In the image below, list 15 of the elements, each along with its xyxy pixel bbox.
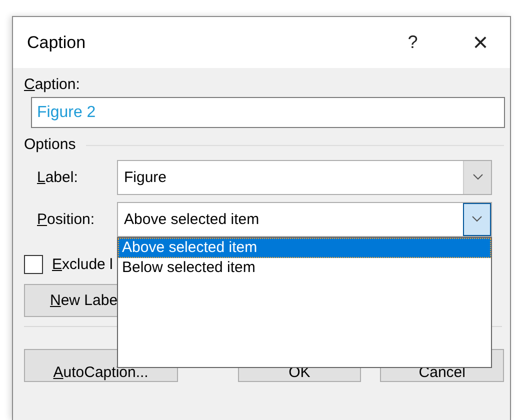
list-option[interactable]: Above selected item	[118, 238, 491, 258]
list-option[interactable]: Below selected item	[118, 258, 491, 278]
label-dropdown[interactable]: Figure	[117, 160, 492, 194]
checkbox[interactable]	[24, 255, 43, 274]
chevron-icon	[472, 216, 482, 222]
checkbox-label: Exclude l	[52, 256, 113, 273]
window-title: Caption	[27, 32, 87, 52]
field-label: Caption:	[24, 76, 81, 93]
group-title: Options	[24, 136, 76, 153]
field-label: Label:	[36, 168, 79, 186]
help-button[interactable]: ?	[408, 32, 418, 53]
chevron-icon	[472, 174, 482, 180]
dropdown-button[interactable]	[463, 202, 491, 236]
field-label: Position:	[36, 210, 96, 228]
close-button[interactable]: ×	[472, 27, 488, 58]
